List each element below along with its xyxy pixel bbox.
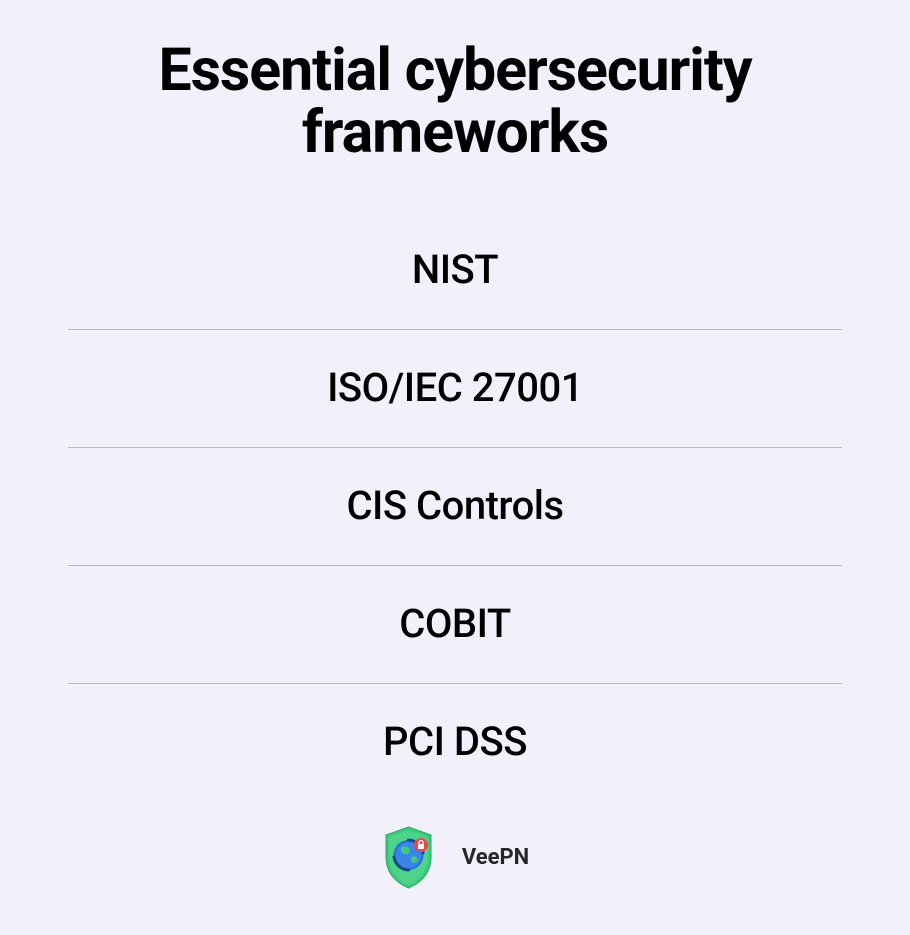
footer: VeePN (68, 825, 842, 890)
brand-name: VeePN (462, 845, 529, 870)
list-item: NIST (68, 212, 842, 330)
list-item: ISO/IEC 27001 (68, 330, 842, 448)
brand-logo-icon (381, 825, 436, 890)
page-title: Essential cybersecurity frameworks (68, 40, 842, 164)
list-item: COBIT (68, 566, 842, 684)
list-item: CIS Controls (68, 448, 842, 566)
frameworks-list: NIST ISO/IEC 27001 CIS Controls COBIT PC… (68, 212, 842, 801)
list-item: PCI DSS (68, 684, 842, 801)
